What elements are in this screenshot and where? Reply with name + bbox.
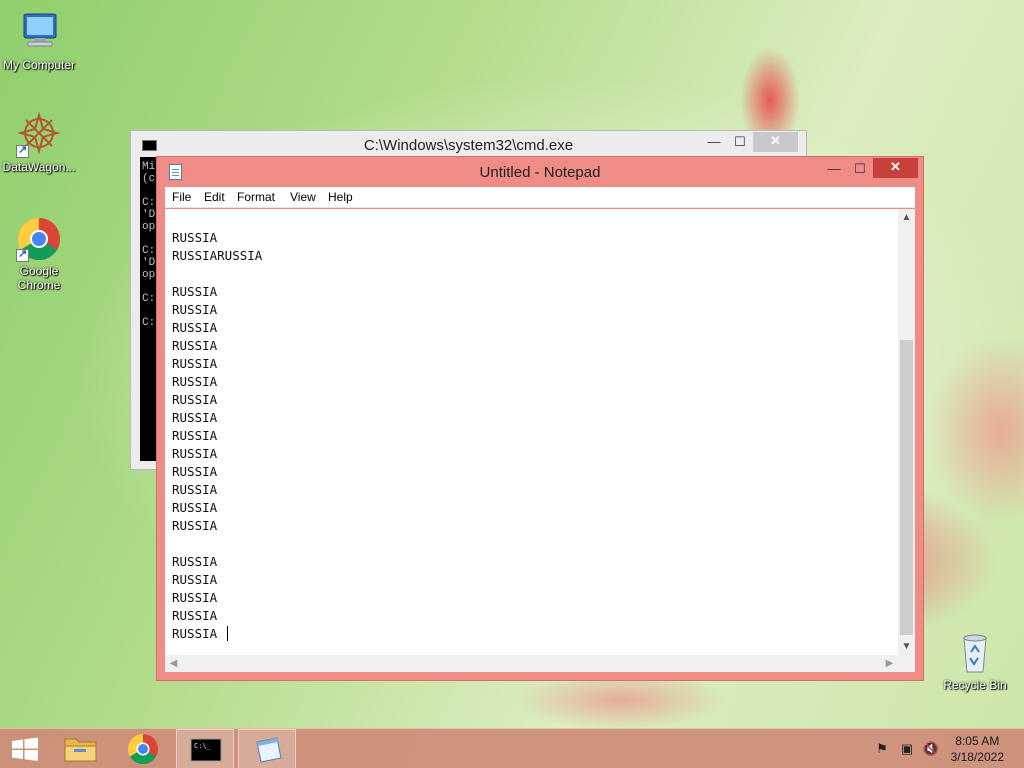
desktop-icon-label: Google Chrome [17, 264, 61, 292]
cmd-maximize-button[interactable]: ☐ [727, 133, 753, 153]
action-center-flag-icon[interactable]: ⚑ [873, 740, 891, 758]
scrollbar-corner [898, 655, 915, 672]
volume-muted-icon[interactable]: 🔇 [922, 740, 940, 758]
menu-edit[interactable]: Edit [204, 190, 225, 204]
menu-format[interactable]: Format [237, 190, 275, 204]
notepad-icon [256, 737, 282, 763]
notepad-text-content[interactable]: RUSSIA RUSSIARUSSIA RUSSIA RUSSIA RUSSIA… [172, 229, 262, 643]
menu-view[interactable]: View [290, 190, 316, 204]
taskbar-cmd[interactable]: C:\_ [176, 729, 234, 768]
chrome-icon [16, 216, 62, 262]
datawagon-icon [16, 111, 62, 158]
desktop-icon-google-chrome[interactable]: Google Chrome [0, 216, 78, 292]
taskbar-file-explorer[interactable] [52, 729, 110, 768]
shortcut-arrow-icon [16, 247, 29, 262]
vertical-scroll-thumb[interactable] [900, 340, 913, 635]
clock-date: 3/18/2022 [950, 750, 1004, 764]
taskbar: C:\_ ⚑ ▣ 🔇 8:05 AM 3/18/2022 [0, 728, 1024, 768]
svg-text:C:\_: C:\_ [194, 742, 212, 750]
recycle-bin-icon [952, 630, 998, 676]
desktop-icon-recycle-bin[interactable]: Recycle Bin [936, 630, 1014, 692]
scroll-down-button[interactable]: ▼ [898, 638, 915, 655]
scroll-left-button[interactable]: ◀ [165, 655, 182, 672]
cmd-icon: C:\_ [190, 738, 222, 762]
text-caret [226, 626, 228, 641]
desktop-icon-datawagon[interactable]: DataWagon... [0, 111, 78, 174]
horizontal-scrollbar[interactable]: ◀ ▶ [165, 655, 898, 672]
file-explorer-icon [64, 738, 97, 762]
desktop-icon-label: Recycle Bin [943, 678, 1007, 692]
notepad-titlebar[interactable]: Untitled - Notepad — ☐ ✕ [157, 157, 923, 187]
notepad-text-area[interactable]: RUSSIA RUSSIARUSSIA RUSSIA RUSSIA RUSSIA… [165, 209, 915, 672]
desktop-icon-label: DataWagon... [2, 160, 76, 174]
cmd-titlebar[interactable]: C:\Windows\system32\cmd.exe — ☐ ✕ [131, 131, 806, 157]
taskbar-clock[interactable]: 8:05 AM 3/18/2022 [951, 733, 1004, 765]
shortcut-arrow-icon [16, 143, 29, 158]
taskbar-notepad[interactable] [238, 729, 296, 768]
notepad-text: RUSSIA RUSSIARUSSIA RUSSIA RUSSIA RUSSIA… [172, 230, 263, 641]
menu-help[interactable]: Help [328, 190, 353, 204]
my-computer-icon [16, 10, 62, 56]
start-icon [12, 737, 38, 761]
clock-time: 8:05 AM [955, 734, 1000, 748]
notepad-close-button[interactable]: ✕ [873, 158, 918, 178]
cmd-close-button[interactable]: ✕ [753, 132, 798, 152]
scroll-right-button[interactable]: ▶ [881, 655, 898, 672]
menu-file[interactable]: File [172, 190, 191, 204]
cmd-minimize-button[interactable]: — [701, 133, 727, 153]
notepad-minimize-button[interactable]: — [821, 160, 847, 180]
notepad-menubar: File Edit Format View Help [165, 187, 915, 208]
network-icon[interactable]: ▣ [898, 740, 916, 758]
desktop-icon-my-computer[interactable]: My Computer [0, 10, 78, 72]
desktop-icon-label: My Computer [2, 58, 76, 72]
notepad-title: Untitled - Notepad [479, 164, 601, 181]
chrome-icon [127, 734, 158, 765]
taskbar-chrome[interactable] [114, 729, 172, 768]
scroll-up-button[interactable]: ▲ [898, 209, 915, 226]
vertical-scrollbar[interactable]: ▲ ▼ [898, 209, 915, 655]
start-button[interactable] [0, 729, 58, 768]
notepad-maximize-button[interactable]: ☐ [847, 160, 873, 180]
notepad-window[interactable]: Untitled - Notepad — ☐ ✕ File Edit Forma… [156, 156, 924, 681]
